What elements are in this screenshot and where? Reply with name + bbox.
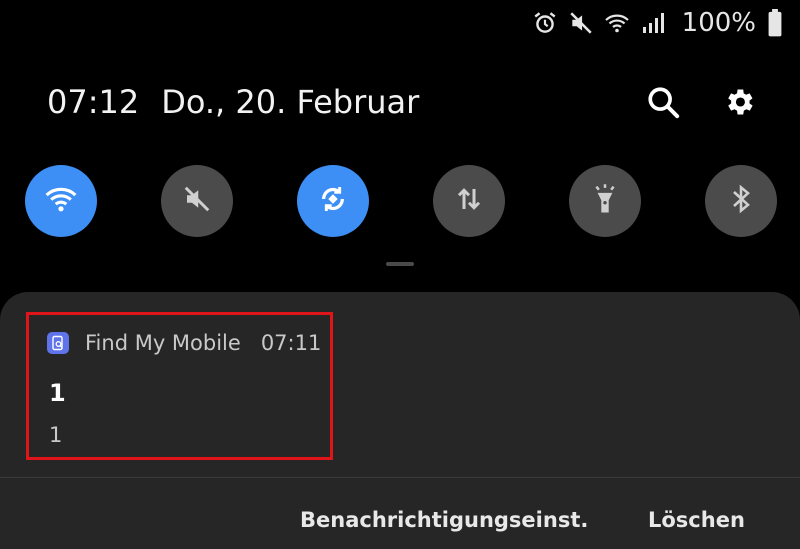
mute-icon: [182, 184, 212, 218]
mute-icon: [568, 10, 594, 36]
signal-icon: [640, 10, 666, 36]
bluetooth-icon: [727, 183, 755, 219]
notification-title: 1: [49, 379, 66, 407]
rotate-icon: [317, 183, 349, 219]
battery-icon: [766, 9, 784, 37]
search-icon[interactable]: [645, 84, 681, 120]
find-my-mobile-icon: [47, 332, 69, 354]
quick-toggles: [25, 165, 777, 237]
wifi-icon: [44, 184, 78, 218]
notification-body: 1: [49, 423, 63, 447]
notification-card[interactable]: Find My Mobile 07:11 1 1: [26, 312, 333, 460]
notification-app-name: Find My Mobile: [85, 331, 241, 355]
notification-settings-button[interactable]: Benachrichtigungseinst.: [300, 508, 588, 532]
notification-panel: Find My Mobile 07:11 1 1 Benachrichtigun…: [0, 292, 800, 549]
clock-date[interactable]: Do., 20. Februar: [161, 83, 419, 121]
quick-panel-header: 07:12 Do., 20. Februar: [47, 80, 767, 124]
battery-percentage: 100%: [681, 8, 756, 38]
notification-header: Find My Mobile 07:11: [47, 331, 321, 355]
toggle-sound[interactable]: [161, 165, 233, 237]
flashlight-icon: [590, 183, 620, 219]
panel-actions: Benachrichtigungseinst. Löschen: [0, 508, 800, 538]
data-transfer-icon: [454, 184, 484, 218]
alarm-icon: [532, 10, 558, 36]
clear-button[interactable]: Löschen: [648, 508, 745, 532]
toggle-flashlight[interactable]: [569, 165, 641, 237]
panel-drag-handle[interactable]: [386, 262, 414, 266]
notification-time: 07:11: [260, 331, 322, 355]
clock-time: 07:12: [47, 83, 140, 121]
status-bar: 100%: [532, 6, 784, 40]
toggle-auto-rotate[interactable]: [297, 165, 369, 237]
wifi-icon: [604, 10, 630, 36]
toggle-bluetooth[interactable]: [705, 165, 777, 237]
panel-divider: [0, 477, 800, 478]
toggle-mobile-data[interactable]: [433, 165, 505, 237]
toggle-wifi[interactable]: [25, 165, 97, 237]
gear-icon[interactable]: [721, 84, 757, 120]
